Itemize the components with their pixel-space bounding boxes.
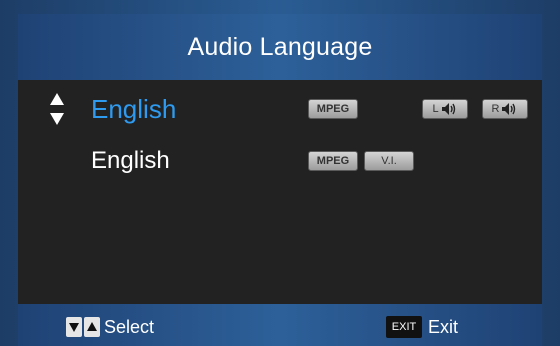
track-language-label: English [91, 94, 177, 124]
exit-hint-label: Exit [428, 317, 459, 337]
down-arrow-key-icon[interactable] [66, 317, 82, 337]
left-channel-badge: L [422, 99, 468, 119]
title-bar: Audio Language [18, 14, 542, 80]
select-hint-label: Select [104, 317, 155, 337]
osd-frame: Audio Language English MPEG L R English … [0, 0, 560, 346]
audio-track-item-selected[interactable]: English MPEG L R [18, 86, 542, 132]
channel-left-label: L [432, 103, 439, 115]
up-down-arrows-icon [50, 93, 64, 125]
exit-key-button[interactable]: EXIT [386, 316, 422, 338]
speaker-icon [502, 103, 516, 115]
menu-title: Audio Language [187, 32, 373, 61]
codec-badge: MPEG [308, 151, 358, 171]
audio-track-list: English MPEG L R English MPEG V.I. [18, 80, 542, 304]
codec-badge: MPEG [308, 99, 358, 119]
speaker-icon [441, 103, 455, 115]
footer-bar: Select EXIT Exit [18, 304, 542, 346]
up-arrow-key-icon[interactable] [84, 317, 100, 337]
channel-right-label: R [491, 103, 500, 115]
audio-track-item[interactable]: English MPEG V.I. [18, 138, 542, 184]
visually-impaired-badge: V.I. [364, 151, 414, 171]
track-language-label: English [91, 147, 170, 174]
right-channel-badge: R [482, 99, 528, 119]
